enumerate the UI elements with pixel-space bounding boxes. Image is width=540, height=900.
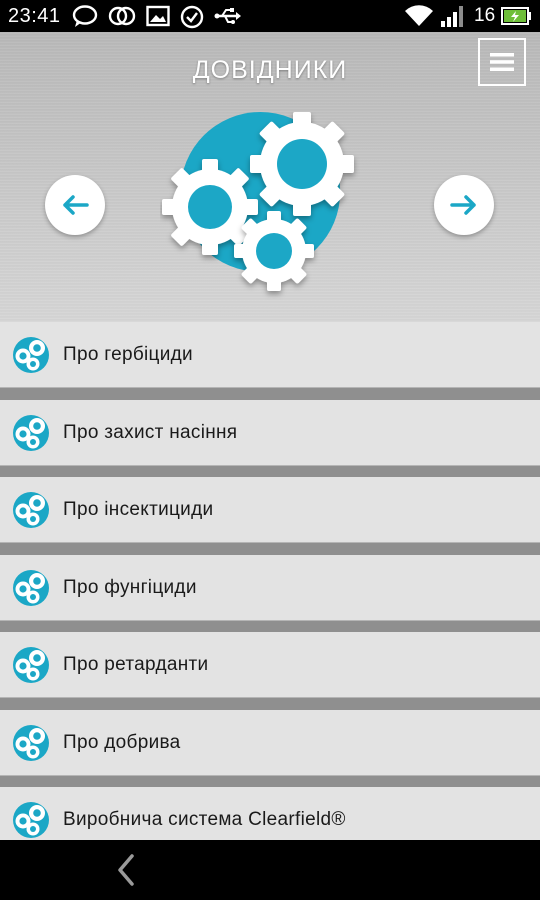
gears-icon bbox=[13, 570, 49, 606]
list-item[interactable]: Про гербіциди bbox=[0, 322, 540, 387]
list-item-label: Про захист насіння bbox=[63, 421, 238, 443]
list-item[interactable]: Про захист насіння bbox=[0, 400, 540, 465]
list-item-label: Про добрива bbox=[63, 731, 181, 753]
header: ДОВІДНИКИ bbox=[0, 32, 540, 322]
signal-icon bbox=[441, 6, 463, 27]
menu-button[interactable] bbox=[478, 38, 526, 86]
gears-hero-icon bbox=[162, 112, 354, 291]
list-item-label: Виробнича система Clearfield® bbox=[63, 808, 346, 830]
list-item[interactable]: Про фунгіциди bbox=[0, 555, 540, 620]
circles-icon bbox=[108, 6, 136, 26]
status-bar: 23:41 16 bbox=[0, 0, 540, 32]
gears-icon bbox=[13, 802, 49, 838]
back-icon[interactable] bbox=[110, 852, 144, 888]
gears-icon bbox=[13, 647, 49, 683]
list-item[interactable]: Про добрива bbox=[0, 710, 540, 775]
check-circle-icon bbox=[180, 5, 204, 29]
list-item[interactable]: Про інсектициди bbox=[0, 477, 540, 542]
chat-bubble-icon bbox=[72, 5, 98, 27]
page-title: ДОВІДНИКИ bbox=[192, 56, 348, 84]
arrow-right-icon bbox=[450, 195, 476, 215]
next-button[interactable] bbox=[434, 175, 494, 235]
wifi-icon bbox=[405, 5, 433, 27]
gears-icon bbox=[13, 725, 49, 761]
arrow-left-icon bbox=[63, 195, 89, 215]
status-time: 23:41 bbox=[8, 5, 61, 27]
list-item-label: Про ретарданти bbox=[63, 653, 209, 675]
hamburger-icon bbox=[490, 53, 514, 71]
list-item-label: Про гербіциди bbox=[63, 343, 193, 365]
gears-icon bbox=[13, 415, 49, 451]
gears-icon bbox=[13, 492, 49, 528]
list-item[interactable]: Про ретарданти bbox=[0, 632, 540, 697]
reference-list: Про гербіциди Про захист насіння Про інс… bbox=[0, 322, 540, 840]
battery-charging-icon bbox=[501, 7, 531, 25]
prev-button[interactable] bbox=[45, 175, 105, 235]
system-nav-bar bbox=[0, 840, 540, 900]
gears-icon bbox=[13, 337, 49, 373]
image-icon bbox=[146, 5, 170, 27]
list-item-label: Про фунгіциди bbox=[63, 576, 197, 598]
usb-icon bbox=[214, 8, 241, 24]
battery-level: 16 bbox=[474, 5, 496, 26]
list-item-label: Про інсектициди bbox=[63, 498, 214, 520]
list-item[interactable]: Виробнича система Clearfield® bbox=[0, 787, 540, 840]
